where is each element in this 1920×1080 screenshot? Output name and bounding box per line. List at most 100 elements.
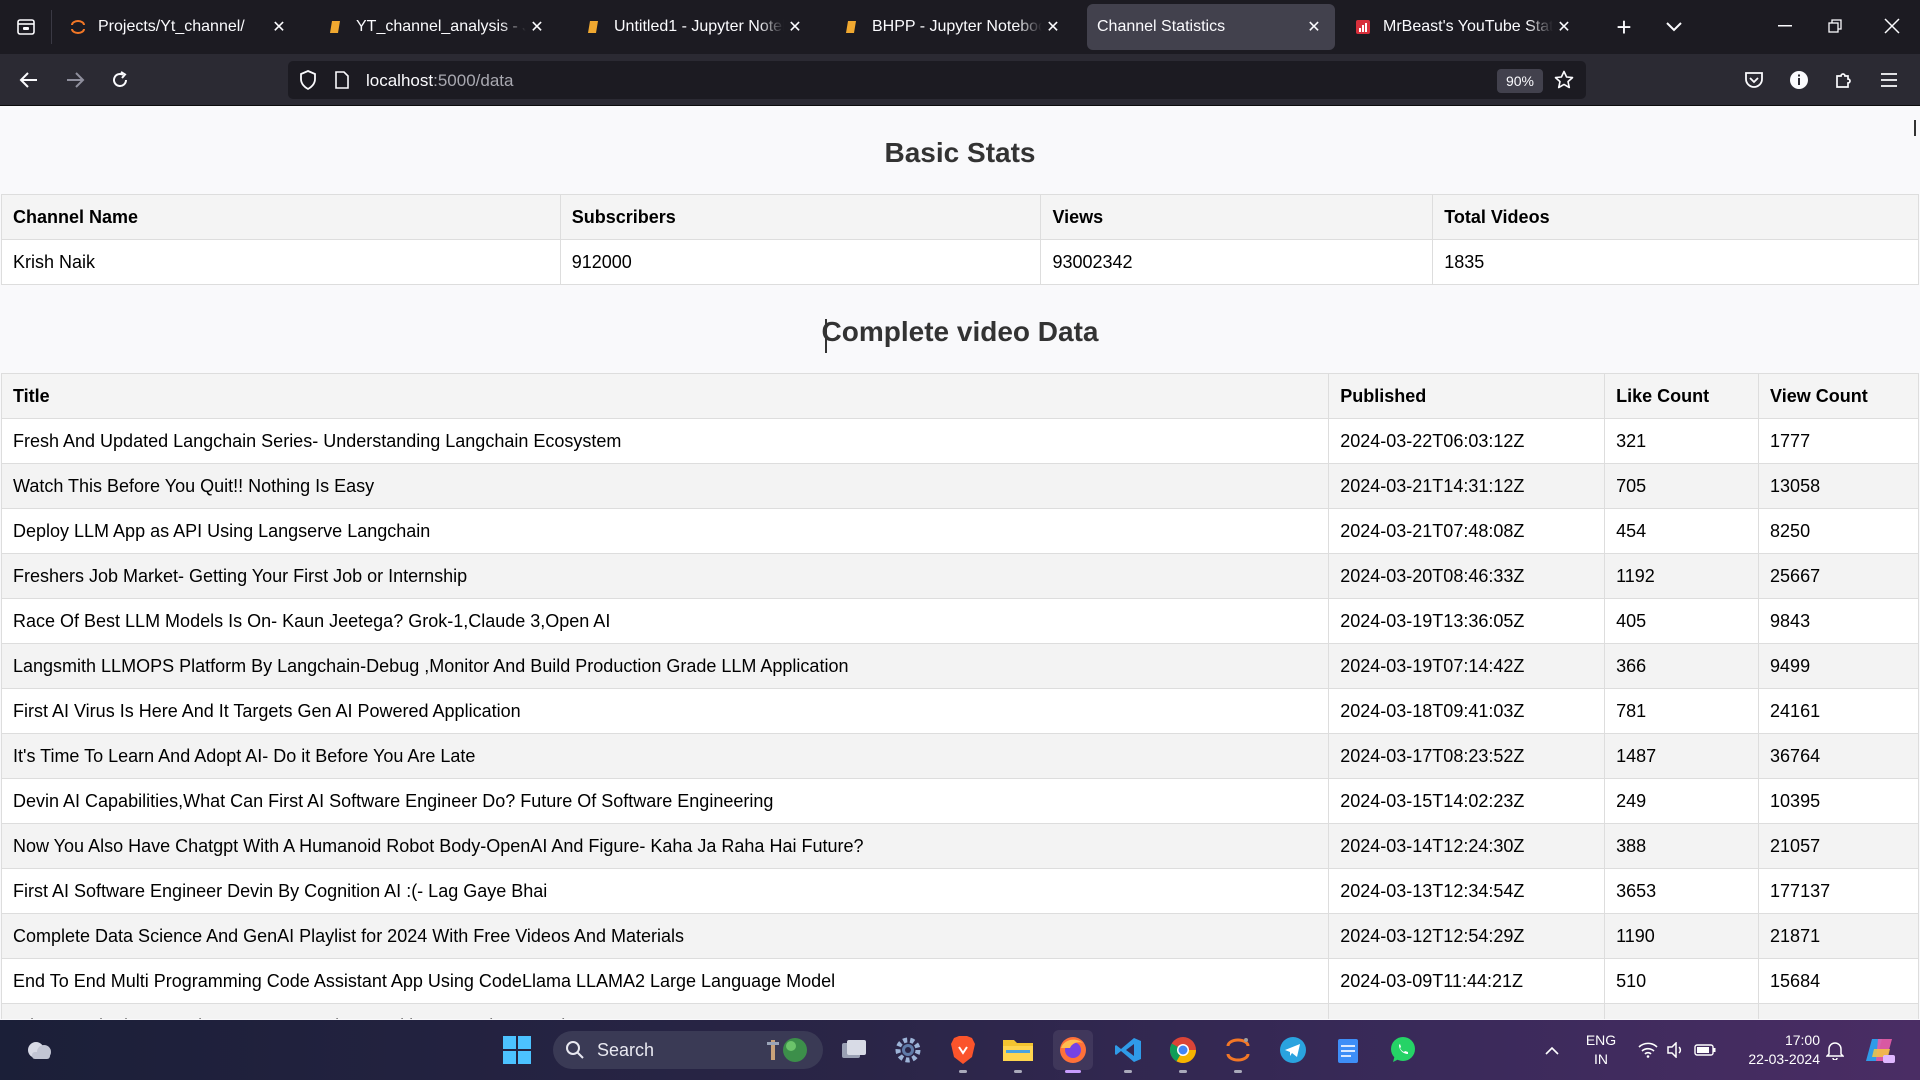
- settings-app[interactable]: [888, 1030, 928, 1070]
- back-arrow-icon: [19, 72, 37, 88]
- new-tab-button[interactable]: +: [1604, 12, 1644, 42]
- scrollbar-thumb[interactable]: [1914, 120, 1916, 136]
- windows-taskbar: Search ENG IN 17:00 22-03-2024: [0, 1020, 1920, 1080]
- like-count-cell: 454: [1604, 508, 1760, 554]
- minimize-icon: [1778, 25, 1792, 27]
- vscode-app[interactable]: [1108, 1030, 1148, 1073]
- wifi-icon: [1638, 1042, 1658, 1058]
- list-all-tabs-button[interactable]: [1654, 12, 1694, 42]
- chevron-down-icon: [1666, 22, 1682, 32]
- tab-projects[interactable]: Projects/Yt_channel/ ✕: [60, 4, 300, 50]
- published-cell: 2024-03-19T13:36:05Z: [1328, 598, 1606, 644]
- navigation-toolbar: localhost:5000/data 90%: [0, 54, 1920, 106]
- notepad-icon: [1338, 1039, 1358, 1063]
- view-count-cell: 21057: [1758, 823, 1919, 869]
- reload-button[interactable]: [101, 62, 139, 98]
- page-content: Basic Stats Channel Name Subscribers Vie…: [0, 107, 1920, 1019]
- total-videos-cell: 1835: [1432, 239, 1919, 285]
- input-language-indicator[interactable]: ENG IN: [1580, 1031, 1622, 1069]
- chrome-app[interactable]: [1163, 1030, 1203, 1073]
- hamburger-menu-icon: [1881, 73, 1897, 87]
- region-label: IN: [1594, 1051, 1608, 1067]
- weather-widget[interactable]: [20, 1030, 60, 1070]
- video-data-table: Title Published Like Count View Count Fr…: [0, 373, 1919, 1019]
- jupyter-app[interactable]: [1218, 1030, 1258, 1073]
- notepad-app[interactable]: [1328, 1030, 1368, 1070]
- tab-untitled1[interactable]: Untitled1 - Jupyter Notebook ✕: [576, 4, 816, 50]
- video-table-body: Fresh And Updated Langchain Series- Unde…: [0, 418, 1919, 1019]
- like-count-cell: 3653: [1604, 868, 1760, 914]
- vscode-icon: [1115, 1038, 1141, 1062]
- tab-channel-statistics[interactable]: Channel Statistics ✕: [1087, 4, 1335, 50]
- column-header-total-videos: Total Videos: [1432, 194, 1919, 240]
- url-host: localhost: [366, 71, 434, 90]
- pocket-button[interactable]: [1736, 62, 1772, 98]
- star-icon: [1554, 70, 1574, 89]
- firefox-view-button[interactable]: [0, 0, 52, 54]
- column-header-published: Published: [1328, 373, 1606, 419]
- pocket-icon: [1745, 72, 1763, 88]
- published-cell: 2024-03-17T08:23:52Z: [1328, 733, 1606, 779]
- close-icon[interactable]: ✕: [1303, 16, 1325, 38]
- published-cell: 2024-03-18T09:41:03Z: [1328, 688, 1606, 734]
- address-bar[interactable]: localhost:5000/data 90%: [288, 61, 1586, 99]
- language-label: ENG: [1585, 1032, 1617, 1048]
- tab-mrbeast-stats[interactable]: MrBeast's YouTube Stats (Su ✕: [1345, 4, 1585, 50]
- app-menu-button[interactable]: [1871, 62, 1907, 98]
- column-header-views: Views: [1040, 194, 1434, 240]
- page-info-button[interactable]: [330, 68, 354, 92]
- close-icon[interactable]: ✕: [1042, 16, 1064, 38]
- file-explorer-app[interactable]: [998, 1030, 1038, 1073]
- tab-yt-channel-analysis[interactable]: YT_channel_analysis - Jupyter Notebook ✕: [318, 4, 558, 50]
- telegram-icon: [1280, 1037, 1306, 1063]
- like-count-cell: 1487: [1604, 733, 1760, 779]
- battery-icon: [1694, 1044, 1716, 1056]
- task-view-button[interactable]: [834, 1030, 874, 1070]
- table-row: First AI Software Engineer Devin By Cogn…: [0, 868, 1919, 914]
- chrome-icon: [1169, 1037, 1197, 1064]
- notifications-button[interactable]: [1818, 1030, 1852, 1070]
- table-row: Complete Data Science And GenAI Playlist…: [0, 913, 1919, 959]
- zoom-level-button[interactable]: 90%: [1497, 69, 1543, 93]
- extension-info-button[interactable]: [1781, 62, 1817, 98]
- notebook-icon: [586, 19, 602, 35]
- bookmark-button[interactable]: [1551, 68, 1577, 92]
- back-button[interactable]: [10, 62, 48, 98]
- url-text[interactable]: localhost:5000/data: [366, 71, 513, 91]
- close-icon[interactable]: ✕: [784, 16, 806, 38]
- clock[interactable]: 17:00 22-03-2024: [1730, 1031, 1820, 1069]
- show-hidden-icons-button[interactable]: [1534, 1030, 1570, 1070]
- brave-lion-icon: [951, 1036, 975, 1064]
- copilot-button[interactable]: [1860, 1030, 1900, 1070]
- close-window-button[interactable]: [1872, 8, 1912, 44]
- close-icon[interactable]: ✕: [526, 16, 548, 38]
- published-cell: 2024-03-13T12:34:54Z: [1328, 868, 1606, 914]
- close-icon[interactable]: ✕: [268, 16, 290, 38]
- subscribers-cell: 912000: [559, 239, 1042, 285]
- plus-icon: +: [1616, 11, 1632, 42]
- minimize-button[interactable]: [1765, 8, 1805, 44]
- video-title-cell: End To End Multi Programming Code Assist…: [0, 958, 1330, 1004]
- search-label: Search: [597, 1039, 655, 1060]
- telegram-app[interactable]: [1273, 1030, 1313, 1070]
- quick-settings-button[interactable]: [1632, 1030, 1722, 1070]
- notebook-icon: [328, 19, 344, 35]
- tab-bhpp[interactable]: BHPP - Jupyter Notebook ✕: [834, 4, 1074, 50]
- basic-stats-table: Channel Name Subscribers Views Total Vid…: [1, 194, 1919, 285]
- video-title-cell: Complete Data Science And GenAI Playlist…: [0, 913, 1330, 959]
- tab-title: YT_channel_analysis - Jupyter Notebook: [356, 18, 526, 35]
- start-button[interactable]: [497, 1030, 537, 1070]
- close-icon[interactable]: ✕: [1553, 16, 1575, 38]
- view-count-cell: 177137: [1758, 868, 1919, 914]
- taskbar-search-box[interactable]: Search: [553, 1031, 823, 1069]
- extensions-button[interactable]: [1826, 62, 1862, 98]
- forward-button[interactable]: [56, 62, 94, 98]
- clock-date: 22-03-2024: [1748, 1051, 1820, 1067]
- whatsapp-app[interactable]: [1383, 1030, 1423, 1070]
- firefox-app[interactable]: [1053, 1030, 1093, 1073]
- tracking-protection-button[interactable]: [296, 68, 320, 92]
- restore-button[interactable]: [1815, 8, 1855, 44]
- video-title-cell: Langsmith LLMOPS Platform By Langchain-D…: [0, 643, 1330, 689]
- brave-browser-app[interactable]: [943, 1030, 983, 1073]
- reload-icon: [113, 71, 127, 87]
